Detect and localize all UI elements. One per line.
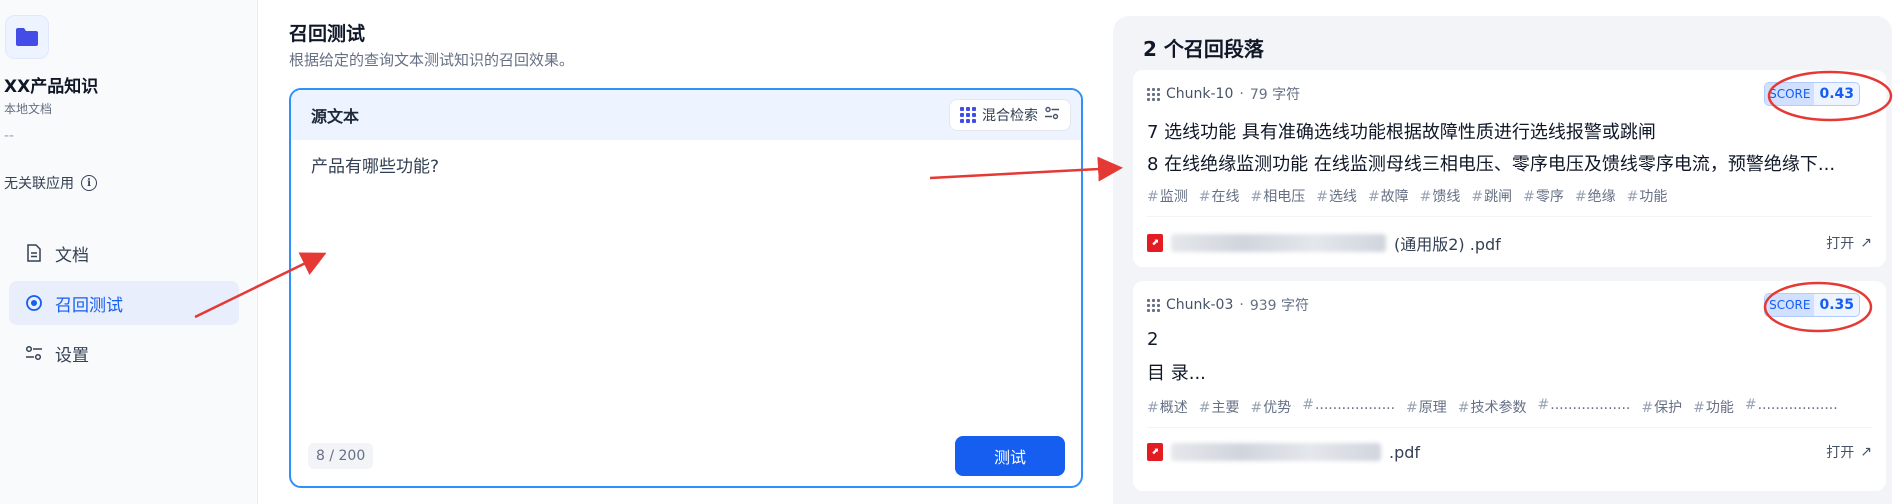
grid-dots-icon [960,107,976,123]
target-icon [25,294,43,312]
file-name: (通用版2) .pdf [1394,235,1501,254]
linked-apps-status: 无关联应用 i [4,173,97,193]
sidebar-item-recall-test[interactable]: 召回测试 [9,281,239,325]
sliders-icon [25,344,43,362]
chunk-content-line: 8 在线绝缘监测功能 在线监测母线三相电压、零序电压及馈线零序电流，预警绝缘下.… [1147,154,1836,175]
sidebar-item-label: 召回测试 [55,295,123,316]
keyword-tag: #.................. [1302,397,1396,413]
keyword-tag: #监测 [1147,189,1188,205]
document-icon [25,244,43,262]
keyword-tag: #绝缘 [1574,189,1616,205]
page-description: 根据给定的查询文本测试知识的召回效果。 [289,51,575,69]
folder-icon [5,15,49,59]
keyword-tag: #优势 [1250,400,1292,416]
chunk-content-line: 目 录... [1147,363,1206,384]
keyword-tag: #选线 [1316,189,1357,205]
keyword-tag: #主要 [1198,400,1240,416]
score-label: SCORE [1765,83,1815,105]
chunk-content-line: 7 选线功能 具有准确选线功能根据故障性质进行选线报警或跳闸 [1147,122,1656,143]
chunk-char-count: 939 字符 [1249,298,1309,314]
recall-results-panel: 2 个召回段落 Chunk-10 · 79 字符 SCORE 0.43 7 选线… [1113,16,1892,504]
page-title: 召回测试 [289,23,366,45]
score-value: 0.35 [1819,297,1854,313]
knowledge-base-name: XX产品知识 [4,77,99,97]
keyword-list: #监测 #在线 #相电压 #选线 #故障 #馈线 #跳闸 #零序 #绝缘 #功能 [1147,186,1667,206]
chunk-card[interactable]: Chunk-03 · 939 字符 SCORE 0.35 2 目 录... #概… [1133,281,1886,491]
keyword-tag: #零序 [1523,189,1564,205]
chunk-id: Chunk-03 [1166,297,1234,313]
keyword-list: #概述 #主要 #优势 #.................. #原理 #技术参数 #...… [1147,397,1838,417]
separator-dot: · [1239,86,1244,102]
separator-dot: · [1239,297,1244,313]
source-text-header: 源文本 混合检索 [291,90,1081,140]
query-textarea[interactable]: 产品有哪些功能? [311,152,439,177]
keyword-tag: #.................. [1744,397,1838,413]
info-icon[interactable]: i [81,175,97,191]
score-badge: SCORE 0.35 [1764,293,1860,317]
keyword-tag: #相电压 [1250,189,1306,205]
sidebar: XX产品知识 本地文档 -- 无关联应用 i 文档 召回测试 设置 [0,0,258,504]
chunk-content-line: 2 [1147,329,1159,350]
open-file-link[interactable]: 打开 ↗ [1826,233,1872,253]
source-file-row: ⬈ (通用版2) .pdf 打开 ↗ [1147,231,1872,255]
arrow-up-right-icon: ↗ [1860,444,1872,460]
chunk-meta: Chunk-10 · 79 字符 [1147,84,1300,104]
sliders-icon [1044,106,1060,124]
chunk-char-count: 79 字符 [1249,87,1301,103]
chunk-id: Chunk-10 [1166,86,1234,102]
knowledge-base-type: 本地文档 [4,102,53,116]
chunk-meta: Chunk-03 · 939 字符 [1147,295,1309,315]
keyword-tag: #.................. [1537,397,1631,413]
file-name: .pdf [1389,442,1421,462]
arrow-up-right-icon: ↗ [1860,235,1872,251]
sidebar-item-settings[interactable]: 设置 [9,331,239,375]
keyword-tag: #保护 [1641,400,1683,416]
source-text-label: 源文本 [311,107,360,126]
sidebar-item-label: 设置 [55,345,89,366]
open-file-link[interactable]: 打开 ↗ [1826,442,1872,462]
source-file-row: ⬈ .pdf 打开 ↗ [1147,442,1872,462]
keyword-tag: #馈线 [1419,189,1461,205]
kb-description: -- [4,128,15,144]
sidebar-item-label: 文档 [55,245,89,266]
pdf-icon: ⬈ [1147,234,1163,252]
keyword-tag: #功能 [1693,400,1734,416]
keyword-tag: #技术参数 [1457,400,1527,416]
keyword-tag: #故障 [1367,189,1409,205]
grid-dots-icon [1147,87,1160,101]
linked-apps-label: 无关联应用 [4,176,74,192]
redacted-filename [1171,443,1381,461]
retrieval-mode-button[interactable]: 混合检索 [949,99,1071,131]
divider [1147,216,1872,217]
open-label: 打开 [1826,236,1855,252]
test-button[interactable]: 测试 [955,436,1065,476]
score-badge: SCORE 0.43 [1764,82,1860,106]
score-label: SCORE [1765,294,1815,316]
char-count: 8 / 200 [308,443,374,469]
source-text-panel: 源文本 混合检索 产品有哪些功能? 8 / 200 测试 [289,88,1083,488]
redacted-filename [1171,234,1386,252]
pdf-icon: ⬈ [1147,443,1163,461]
chunk-card[interactable]: Chunk-10 · 79 字符 SCORE 0.43 7 选线功能 具有准确选… [1133,70,1886,267]
keyword-tag: #概述 [1147,400,1188,416]
sidebar-item-documents[interactable]: 文档 [9,231,239,275]
keyword-tag: #跳闸 [1471,189,1513,205]
score-value: 0.43 [1819,86,1854,102]
grid-dots-icon [1147,298,1160,312]
divider [1147,427,1872,428]
results-title: 2 个召回段落 [1143,37,1264,61]
open-label: 打开 [1826,445,1855,461]
keyword-tag: #原理 [1406,400,1447,416]
retrieval-mode-label: 混合检索 [982,108,1038,124]
keyword-tag: #功能 [1626,189,1668,205]
keyword-tag: #在线 [1198,189,1240,205]
